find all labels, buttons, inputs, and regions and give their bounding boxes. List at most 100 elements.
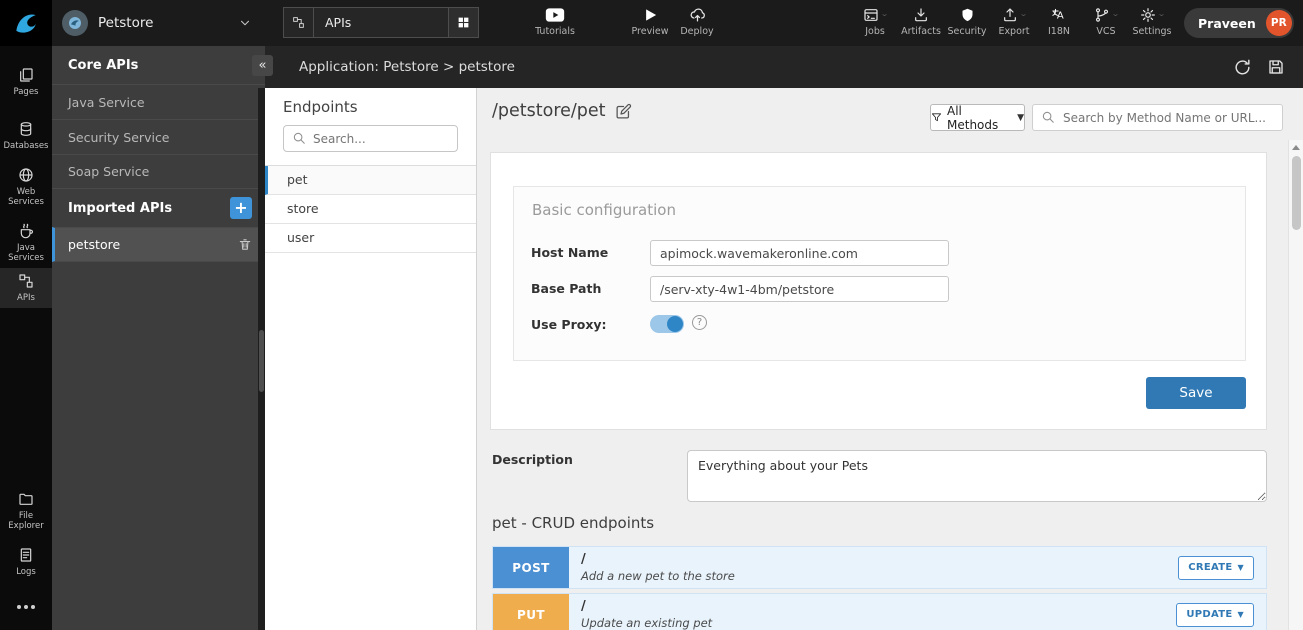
- left-rail: Pages Databases Web Services Java Servic…: [0, 46, 52, 630]
- method-search-input[interactable]: [1032, 104, 1283, 131]
- search-icon: [292, 131, 306, 145]
- edit-icon[interactable]: [615, 103, 632, 120]
- sidebar-item-security-service[interactable]: Security Service: [52, 119, 265, 154]
- endpoint-item-user[interactable]: user: [265, 224, 476, 253]
- jobs-icon: [863, 7, 879, 23]
- workspace-selector[interactable]: APIs: [283, 7, 479, 38]
- core-apis-header[interactable]: Core APIs: [52, 46, 265, 84]
- youtube-icon: [545, 6, 565, 23]
- method-badge-put: PUT: [493, 594, 569, 630]
- method-row-post[interactable]: POST / Add a new pet to the store CREATE…: [492, 546, 1267, 589]
- host-name-input[interactable]: [650, 240, 949, 266]
- rail-item-logs[interactable]: Logs: [0, 542, 52, 582]
- chevron-down-icon: ▼: [1238, 610, 1244, 619]
- rail-item-databases[interactable]: Databases: [0, 116, 52, 156]
- methods-filter-select[interactable]: All Methods ▼: [930, 104, 1025, 131]
- api-nodes-icon: [284, 8, 314, 37]
- scrollbar-thumb[interactable]: [1292, 156, 1301, 230]
- base-path-label: Base Path: [531, 281, 601, 296]
- tutorials-button[interactable]: Tutorials: [527, 6, 583, 37]
- pages-icon: [18, 67, 34, 83]
- app-bar: Application: Petstore > petstore: [265, 46, 1303, 88]
- base-path-input[interactable]: [650, 276, 949, 302]
- crud-endpoints-title: pet - CRUD endpoints: [492, 514, 654, 532]
- rail-item-apis[interactable]: APIs: [0, 268, 52, 308]
- deploy-cloud-icon: [689, 6, 706, 23]
- sidebar-item-soap-service[interactable]: Soap Service: [52, 154, 265, 189]
- endpoint-item-store[interactable]: store: [265, 195, 476, 224]
- funnel-icon: [931, 112, 942, 123]
- sidebar-item-petstore[interactable]: petstore: [52, 227, 265, 262]
- toggle-knob: [667, 316, 683, 332]
- save-file-button[interactable]: [1265, 56, 1287, 78]
- user-name: Praveen: [1198, 16, 1256, 31]
- rail-item-file-explorer[interactable]: File Explorer: [0, 486, 52, 536]
- project-name: Petstore: [98, 15, 238, 31]
- play-icon: [643, 6, 658, 23]
- grid-icon[interactable]: [448, 8, 478, 37]
- database-icon: [18, 121, 34, 137]
- logs-icon: [18, 547, 34, 563]
- settings-button[interactable]: Settings: [1124, 6, 1180, 37]
- chevron-down-icon: ▼: [1238, 563, 1244, 572]
- project-selector[interactable]: Petstore: [52, 0, 262, 46]
- wavemaker-logo[interactable]: [0, 0, 52, 46]
- globe-icon: [18, 167, 34, 183]
- chevron-down-icon: [1020, 12, 1027, 18]
- basic-config-panel: Basic configuration Host Name Base Path …: [513, 186, 1246, 361]
- delete-icon[interactable]: [238, 237, 252, 252]
- rail-item-web-services[interactable]: Web Services: [0, 162, 52, 212]
- chevron-down-icon: [881, 12, 888, 18]
- sidebar-collapse-button[interactable]: «: [252, 55, 273, 76]
- method-row-put[interactable]: PUT / Update an existing pet UPDATE ▼: [492, 593, 1267, 630]
- imported-apis-header[interactable]: Imported APIs +: [52, 189, 265, 227]
- endpoints-list: pet store user: [265, 165, 476, 253]
- update-action-button[interactable]: UPDATE ▼: [1176, 603, 1254, 627]
- endpoint-item-pet[interactable]: pet: [265, 166, 476, 195]
- save-button[interactable]: Save: [1146, 377, 1246, 409]
- endpoints-title: Endpoints: [265, 88, 476, 116]
- imported-apis-title: Imported APIs: [68, 201, 172, 216]
- rail-item-pages[interactable]: Pages: [0, 62, 52, 102]
- description-label: Description: [492, 452, 573, 467]
- sidebar-item-java-service[interactable]: Java Service: [52, 84, 265, 119]
- main-panel: /petstore/pet All Methods ▼ Basic config…: [477, 88, 1303, 630]
- api-icon: [18, 273, 34, 289]
- wavemaker-logo-icon: [12, 9, 40, 37]
- methods-filter-value: All Methods: [947, 104, 1012, 132]
- description-textarea[interactable]: Everything about your Pets: [687, 450, 1267, 502]
- main-scrollbar[interactable]: [1288, 140, 1303, 630]
- folder-icon: [18, 491, 34, 507]
- refresh-button[interactable]: [1231, 56, 1253, 78]
- rail-item-java-services[interactable]: Java Services: [0, 218, 52, 268]
- create-action-button[interactable]: CREATE ▼: [1178, 556, 1254, 580]
- chevron-down-icon: ▼: [1017, 113, 1024, 123]
- export-icon: [1002, 7, 1018, 23]
- method-path: /: [581, 599, 1164, 614]
- breadcrumb: Application: Petstore > petstore: [299, 46, 515, 88]
- scrollbar-thumb[interactable]: [259, 330, 264, 392]
- endpoints-search-input[interactable]: [283, 125, 458, 152]
- rail-item-more[interactable]: [0, 600, 52, 614]
- avatar: PR: [1266, 10, 1292, 36]
- config-card: Basic configuration Host Name Base Path …: [490, 152, 1267, 430]
- method-description: Update an existing pet: [581, 616, 1164, 630]
- search-icon: [1041, 110, 1055, 124]
- add-api-button[interactable]: +: [230, 197, 252, 219]
- core-apis-title: Core APIs: [68, 58, 138, 73]
- deploy-button[interactable]: Deploy: [669, 6, 725, 37]
- java-icon: [18, 223, 34, 239]
- save-icon: [1267, 58, 1285, 76]
- help-icon[interactable]: ?: [692, 315, 707, 330]
- sidebar-scrollbar[interactable]: [258, 88, 265, 630]
- project-avatar: [62, 10, 88, 36]
- svg-text:A: A: [1056, 10, 1063, 21]
- scroll-up-arrow[interactable]: [1292, 145, 1300, 150]
- translate-icon: A: [1051, 6, 1068, 23]
- user-menu[interactable]: Praveen PR: [1184, 8, 1294, 38]
- page-title: /petstore/pet: [492, 101, 606, 121]
- endpoints-panel: Endpoints pet store user: [265, 88, 477, 630]
- method-badge-post: POST: [493, 547, 569, 588]
- use-proxy-toggle[interactable]: [650, 315, 684, 333]
- use-proxy-label: Use Proxy:: [531, 317, 607, 332]
